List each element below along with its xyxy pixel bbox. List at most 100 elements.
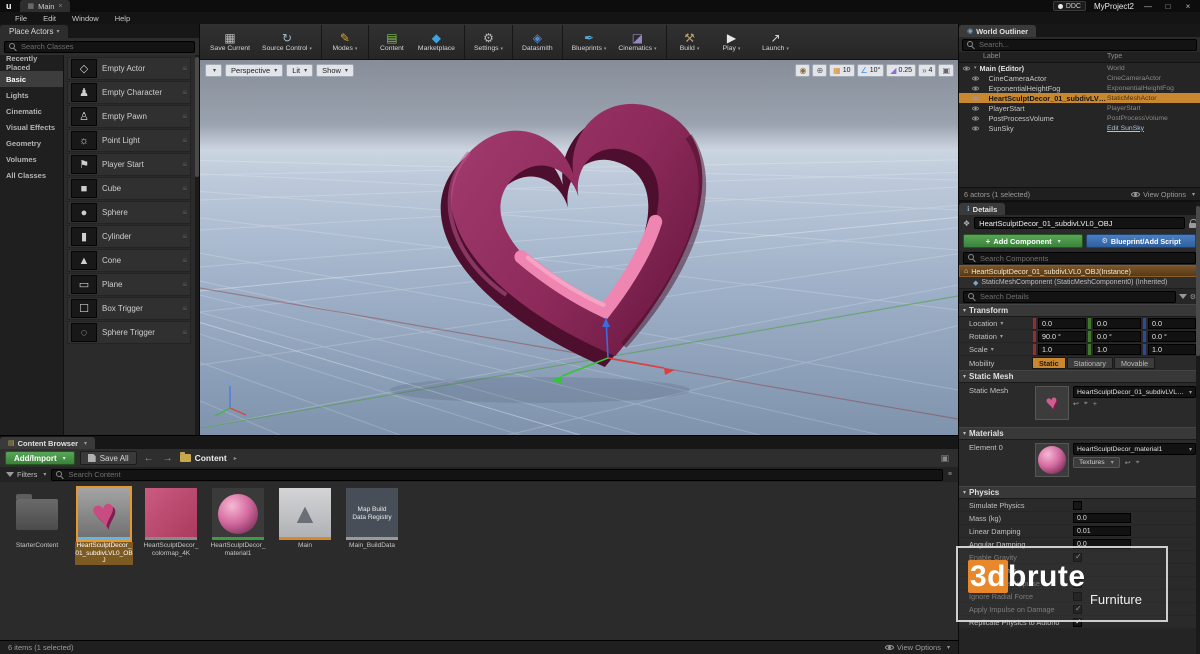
outliner-row[interactable]: ▾ SunSky Edit SunSky [959,123,1200,133]
outliner-row[interactable]: ▾ HeartSculptDecor_01_subdivLVL0_OBJ Sta… [959,93,1200,103]
category-item[interactable]: Cinematic [0,103,63,119]
add-component-button[interactable]: + Add Component ▾ [963,234,1083,248]
search-content-input[interactable]: Search Content [51,469,942,481]
visibility-eye-icon[interactable] [972,76,979,80]
content-browser-tab[interactable]: ▤ Content Browser ▾ [0,437,95,449]
category-item[interactable]: Geometry [0,135,63,151]
content-view-options[interactable]: View Options ▾ [885,643,950,652]
mobility-option[interactable]: Movable [1114,357,1155,369]
actor-name-field[interactable]: HeartSculptDecor_01_subdivLVL0_OBJ [974,217,1185,229]
outliner-row[interactable]: ▾ PlayerStart PlayerStart [959,103,1200,113]
actor-list-item[interactable]: ☐ Box Trigger ≡ [67,297,191,320]
static-mesh-thumbnail[interactable]: ♥ [1035,386,1069,420]
toolbar-button[interactable]: ▤ Content ▾ [368,25,412,59]
minimize-button[interactable]: — [1142,2,1154,11]
outliner-row[interactable]: ▾ PostProcessVolume PostProcessVolume [959,113,1200,123]
visibility-eye-icon[interactable] [972,86,979,90]
search-classes-input[interactable]: Search Classes [4,41,195,53]
visibility-eye-icon[interactable] [963,66,970,70]
level-tab[interactable]: ▦ Main × [20,0,71,12]
back-button[interactable]: ← [142,453,156,464]
toolbar-button[interactable]: ↗ Launch ▾ [754,25,798,59]
actor-list-item[interactable]: ◌ Sphere Trigger ≡ [67,321,191,344]
category-item[interactable]: All Classes [0,167,63,183]
toolbar-button[interactable]: ✎ Modes ▾ [321,25,365,59]
category-item[interactable]: Visual Effects [0,119,63,135]
viewport-snap-control[interactable]: ∠ 10° [857,64,885,77]
outliner-row[interactable]: ▾ Main (Editor) World [959,63,1200,73]
asset-tile[interactable]: ♥ ▲ HeartSculptDecor_01_subdivLVL0_OBJ [75,488,133,565]
asset-tile[interactable]: ♥ ▲ Main [276,488,334,550]
menu-item[interactable]: Edit [36,14,63,23]
add-import-button[interactable]: Add/Import ▾ [5,451,75,465]
outliner-row[interactable]: ▾ CineCameraActor CineCameraActor [959,73,1200,83]
filter-funnel-icon[interactable] [1179,294,1187,299]
drag-grip-icon[interactable]: ≡ [182,64,187,73]
asset-tile[interactable]: ♥ ▲ Map Build Data Registry Main_BuildDa… [343,488,401,550]
asset-tile[interactable]: ♥ ▲ StarterContent [8,488,66,550]
actor-list-item[interactable]: ▲ Cone ≡ [67,249,191,272]
drag-grip-icon[interactable]: ≡ [182,136,187,145]
checkbox[interactable] [1073,501,1082,510]
column-label[interactable]: Label [983,53,1000,60]
category-item[interactable]: Basic [0,71,63,87]
textures-dropdown-button[interactable]: Textures ▾ [1073,457,1120,468]
add-icon[interactable]: + [1093,401,1097,408]
drag-grip-icon[interactable]: ≡ [182,256,187,265]
transform-label[interactable]: Rotation [969,332,997,341]
actor-list-item[interactable]: ♙ Empty Pawn ≡ [67,105,191,128]
viewport-snap-control[interactable]: ▣ [938,64,954,77]
toolbar-button[interactable]: ◈ Datasmith ▾ [512,25,559,59]
mobility-option[interactable]: Stationary [1067,357,1113,369]
viewport-options-button[interactable]: ▾ [205,64,222,77]
actor-list-item[interactable]: ◇ Empty Actor ≡ [67,57,191,80]
static-mesh-section-header[interactable]: ▾ Static Mesh [959,370,1200,383]
visibility-eye-icon[interactable] [972,126,979,130]
viewport[interactable]: z ▾ Perspective ▾ Lit ▾ Show ▾ [200,60,958,435]
toolbar-button[interactable]: ▶ Play ▾ [710,25,754,59]
use-selected-icon[interactable]: ↩ [1125,459,1131,467]
z-value-input[interactable]: 0.0 ° [1148,331,1196,342]
browse-to-icon[interactable]: ⌖ [1136,459,1140,467]
x-value-input[interactable]: 0.0 [1038,318,1086,329]
toolbar-button[interactable]: ◪ Cinematics ▾ [612,25,662,59]
viewport-snap-control[interactable]: ◢ 0.25 [886,64,916,77]
filters-button[interactable]: Filters ▾ [6,470,46,479]
category-item[interactable]: Recently Placed [0,55,63,71]
value-input[interactable]: 0.01 [1073,526,1131,536]
close-button[interactable]: × [1182,2,1194,11]
actor-list-item[interactable]: ♟ Empty Character ≡ [67,81,191,104]
scrollbar[interactable] [1196,202,1200,654]
y-value-input[interactable]: 1.0 [1093,344,1141,355]
transform-label[interactable]: Location [969,319,997,328]
show-button[interactable]: Show ▾ [316,64,354,77]
drag-grip-icon[interactable]: ≡ [182,88,187,97]
viewport-snap-control[interactable]: ▦ 10 [829,64,854,77]
drag-grip-icon[interactable]: ≡ [182,328,187,337]
visibility-eye-icon[interactable] [972,96,979,100]
toolbar-button[interactable]: ⚒ Build ▾ [666,25,710,59]
lit-button[interactable]: Lit ▾ [286,64,313,77]
perspective-button[interactable]: Perspective ▾ [225,64,283,77]
visibility-eye-icon[interactable] [972,106,979,110]
actor-list-item[interactable]: ● Sphere ≡ [67,201,191,224]
forward-button[interactable]: → [161,453,175,464]
y-value-input[interactable]: 0.0 [1093,318,1141,329]
search-details-input[interactable]: Search Details [963,291,1176,303]
world-outliner-tab[interactable]: ◉ World Outliner [959,25,1036,37]
save-all-button[interactable]: Save All [80,451,137,465]
z-value-input[interactable]: 1.0 [1148,344,1196,355]
toolbar-button[interactable]: ◆ Marketplace ▾ [412,25,461,59]
transform-label[interactable]: Scale [969,345,988,354]
toolbar-button[interactable]: ▦ Save Current ▾ [204,25,256,59]
actor-list-item[interactable]: ■ Cube ≡ [67,177,191,200]
lock-icon[interactable] [1189,223,1196,228]
maximize-button[interactable]: □ [1162,2,1174,11]
materials-section-header[interactable]: ▾ Materials [959,427,1200,440]
outliner-view-options[interactable]: View Options ▾ [1131,190,1195,199]
category-item[interactable]: Volumes [0,151,63,167]
breadcrumb[interactable]: Content ▸ [180,453,237,463]
visibility-eye-icon[interactable] [972,116,979,120]
static-mesh-component-row[interactable]: ◆ StaticMeshComponent (StaticMeshCompone… [959,277,1200,289]
list-view-icon[interactable]: ≡ [948,471,952,478]
